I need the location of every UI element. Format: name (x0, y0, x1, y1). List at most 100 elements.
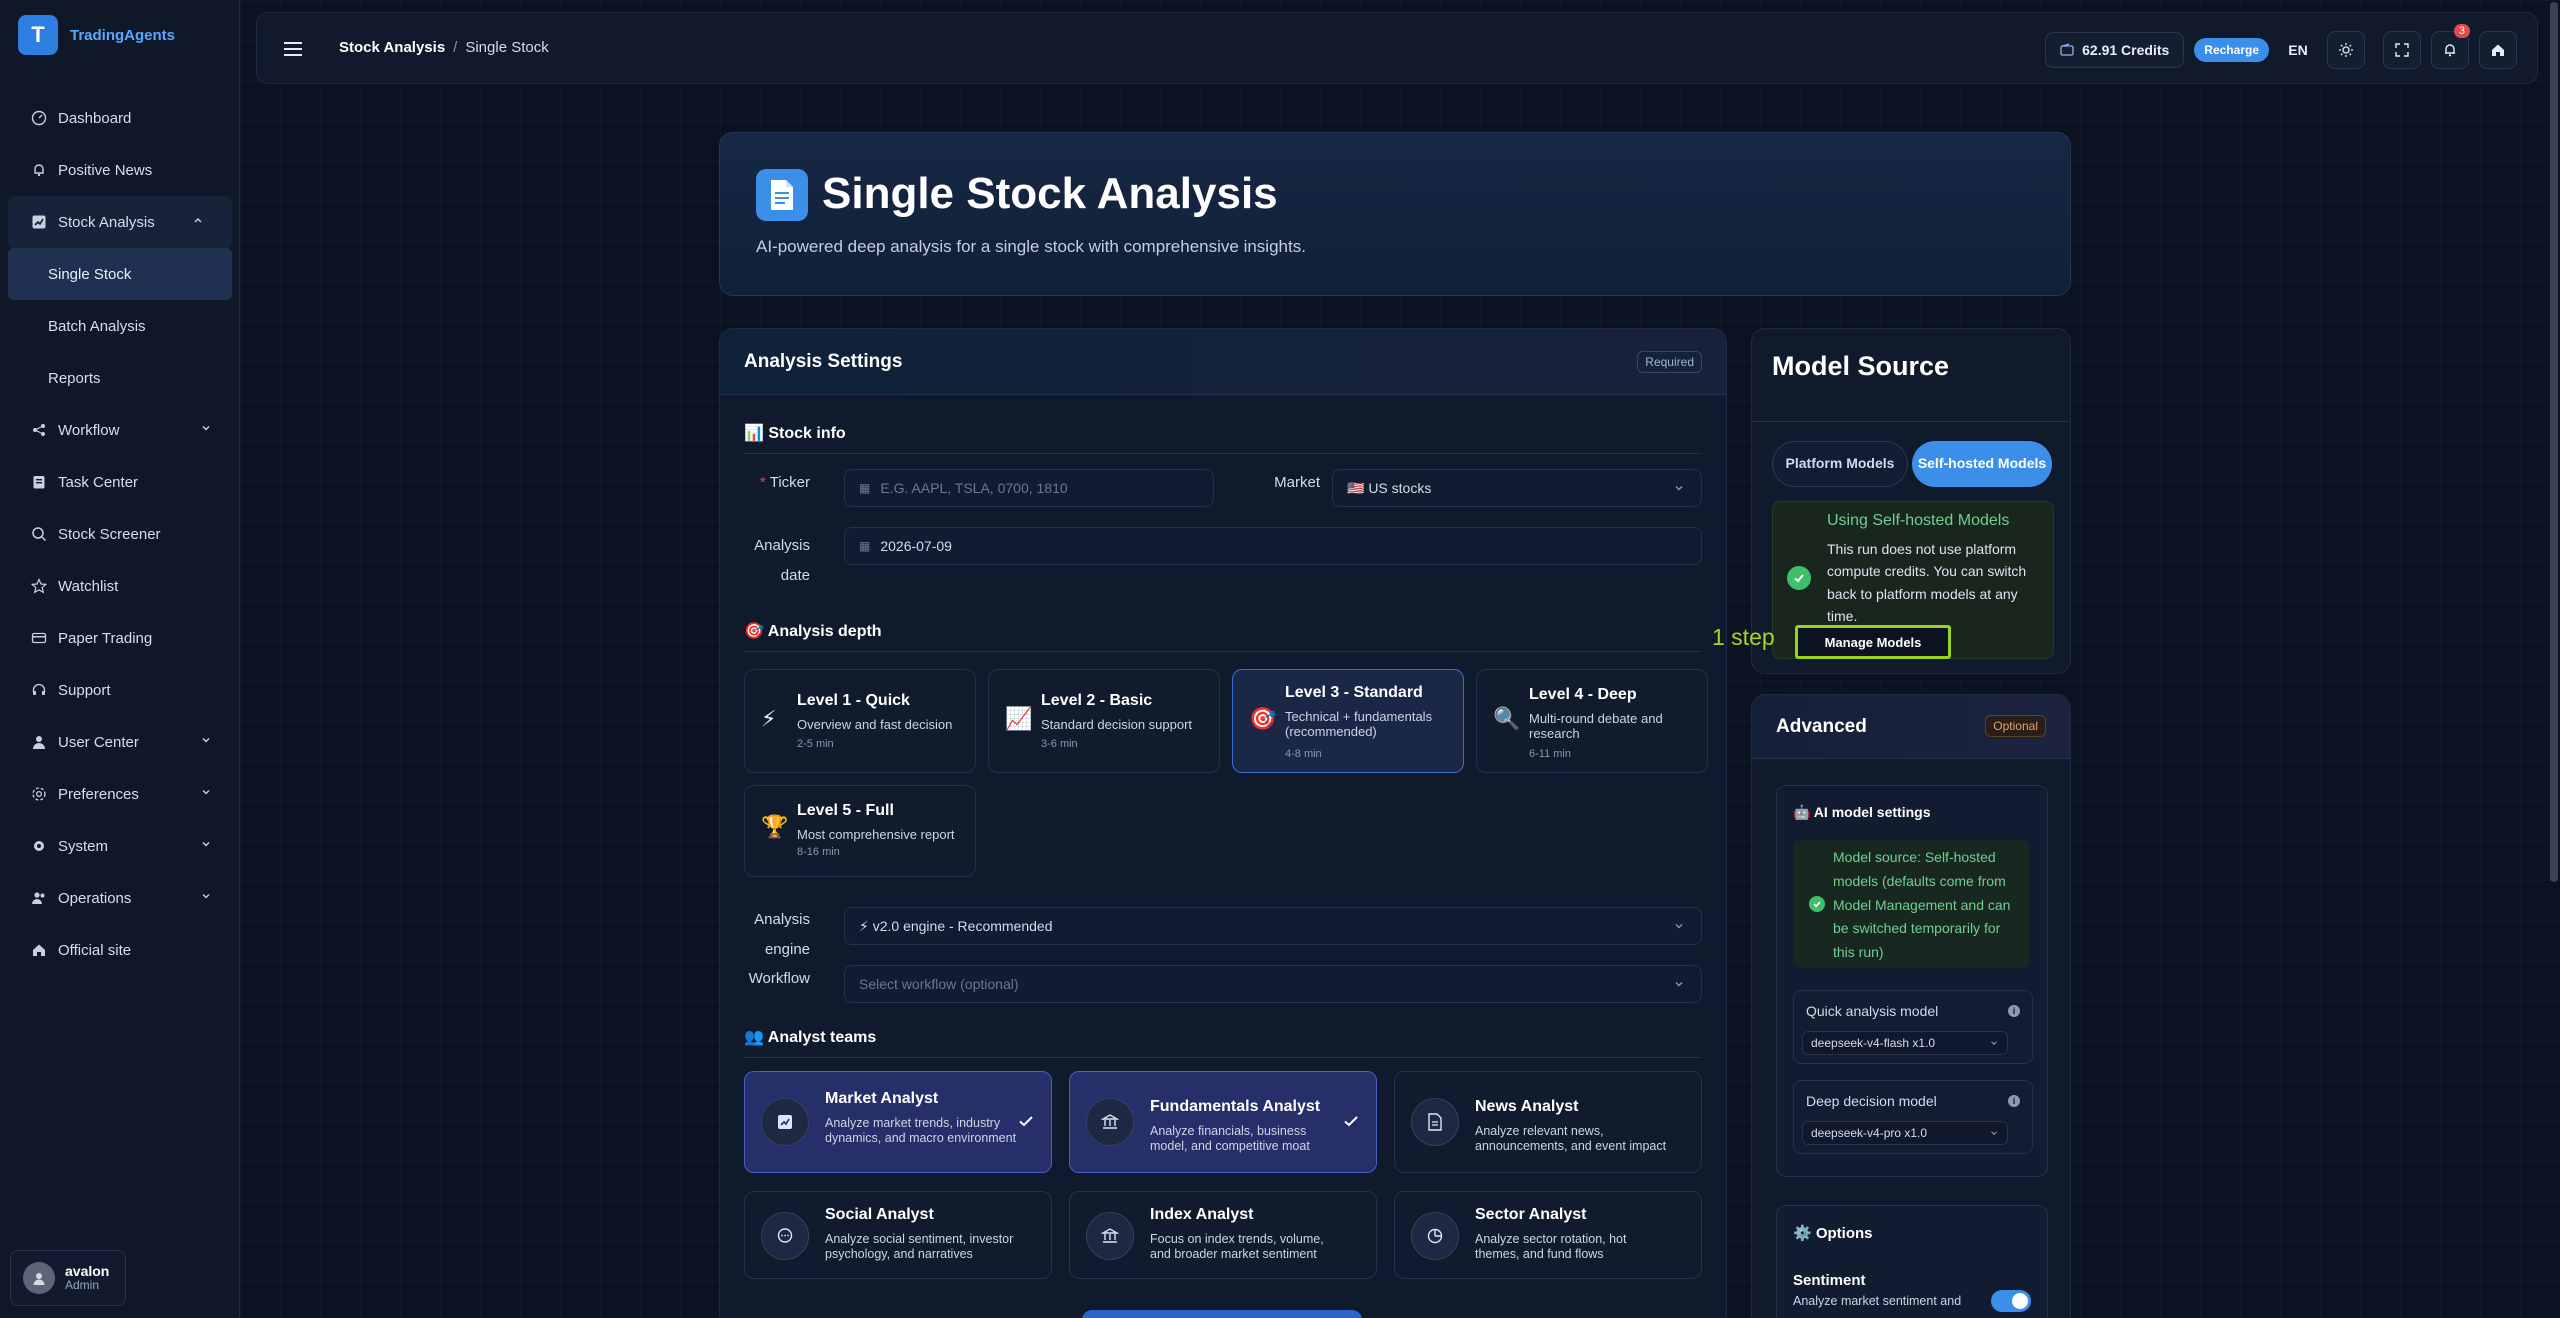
analyst-card-market[interactable]: Market Analyst Analyze market trends, in… (744, 1071, 1052, 1173)
sidebar-item-stock-analysis[interactable]: Stock Analysis (8, 196, 232, 248)
chevron-up-icon (192, 214, 204, 226)
trend-chart-icon: 📈 (1005, 706, 1033, 731)
analysis-date-value: 2026-07-09 (880, 538, 952, 554)
document-icon (756, 169, 808, 221)
fullscreen-button[interactable] (2383, 31, 2421, 69)
credits-value: 62.91 Credits (2082, 42, 2170, 58)
user-name: avalon (65, 1263, 110, 1280)
info-icon[interactable]: i (2008, 1005, 2020, 1017)
analyst-card-fundamentals[interactable]: Fundamentals Analyst Analyze financials,… (1069, 1071, 1377, 1173)
level-card-3[interactable]: 🎯 Level 3 - Standard Technical + fundame… (1232, 669, 1464, 773)
sidebar-item-task-center[interactable]: Task Center (0, 456, 240, 508)
sidebar-item-official-site[interactable]: Official site (0, 924, 240, 976)
brand-logo: T (18, 15, 58, 55)
model-source-panel: Model Source Platform Models Self-hosted… (1751, 328, 2071, 674)
gear-icon (30, 837, 48, 855)
sidebar-item-operations[interactable]: Operations (0, 872, 240, 924)
theme-toggle-button[interactable] (2327, 31, 2365, 69)
sidebar: T TradingAgents Dashboard Positive News … (0, 0, 240, 1318)
advanced-title: Advanced (1776, 715, 1867, 737)
sidebar-item-dashboard[interactable]: Dashboard (0, 92, 240, 144)
ai-model-settings: 🤖 AI model settings Model source: Self-h… (1776, 785, 2048, 1177)
notifications-button[interactable]: 3 (2431, 24, 2470, 69)
user-icon (30, 733, 48, 751)
date-label-line-1: Analysis (754, 537, 810, 554)
analyst-teams-title: 👥 Analyst teams (744, 1029, 877, 1046)
deep-model-select[interactable]: deepseek-v4-pro x1.0 (1802, 1121, 2008, 1145)
level-card-5[interactable]: 🏆 Level 5 - Full Most comprehensive repo… (744, 785, 976, 877)
analyst-name: Fundamentals Analyst (1150, 1098, 1321, 1115)
analyst-card-social[interactable]: Social Analyst Analyze social sentiment,… (744, 1191, 1052, 1279)
sidebar-item-system[interactable]: System (0, 820, 240, 872)
analysis-date-input[interactable]: ▦ 2026-07-09 (844, 527, 1702, 565)
level-description: Most comprehensive report (797, 827, 955, 842)
chevron-down-icon (1989, 1128, 1999, 1138)
sidebar-item-label: Stock Screener (58, 525, 161, 543)
deep-model-value: deepseek-v4-pro x1.0 (1811, 1126, 1928, 1140)
chevron-down-icon (1673, 978, 1685, 990)
quick-model-box: Quick analysis model i deepseek-v4-flash… (1793, 990, 2033, 1064)
workflow-select[interactable]: Select workflow (optional) (844, 965, 1702, 1003)
sidebar-item-preferences[interactable]: Preferences (0, 768, 240, 820)
chevron-down-icon (1673, 920, 1685, 932)
level-description: Multi-round debate and research (1529, 711, 1663, 741)
sidebar-item-label: Workflow (58, 421, 120, 439)
headset-icon (30, 681, 48, 699)
chevron-down-icon (200, 838, 212, 850)
sidebar-item-workflow[interactable]: Workflow (0, 404, 240, 456)
avatar (23, 1262, 55, 1294)
chart-icon (30, 213, 48, 231)
analysis-engine-select[interactable]: ⚡ v2.0 engine - Recommended (844, 907, 1702, 945)
page-subtitle: AI-powered deep analysis for a single st… (756, 237, 1306, 256)
market-label: Market (1274, 474, 1320, 491)
menu-toggle-icon[interactable] (281, 37, 305, 61)
level-card-4[interactable]: 🔍 Level 4 - Deep Multi-round debate and … (1476, 669, 1708, 773)
sidebar-item-user-center[interactable]: User Center (0, 716, 240, 768)
sentiment-toggle[interactable] (1991, 1290, 2031, 1312)
ticker-input[interactable]: ▦ E.G. AAPL, TSLA, 0700, 1810 (844, 469, 1214, 507)
panel-title: Analysis Settings (744, 350, 903, 372)
start-analysis-button[interactable] (1082, 1310, 1362, 1318)
analyst-description: Focus on index trends, volume, and broad… (1150, 1232, 1324, 1261)
trophy-icon: 🏆 (761, 814, 789, 839)
platform-models-tab[interactable]: Platform Models (1772, 441, 1908, 487)
brand[interactable]: T TradingAgents (0, 0, 239, 70)
manage-models-button[interactable]: Manage Models (1795, 625, 1951, 659)
sidebar-item-watchlist[interactable]: Watchlist (0, 560, 240, 612)
recharge-button[interactable]: Recharge (2194, 38, 2269, 62)
sidebar-item-paper-trading[interactable]: Paper Trading (0, 612, 240, 664)
analyst-card-news[interactable]: News Analyst Analyze relevant news, anno… (1394, 1071, 1702, 1173)
breadcrumb-parent[interactable]: Stock Analysis (339, 39, 445, 56)
sidebar-item-support[interactable]: Support (0, 664, 240, 716)
ai-settings-title: 🤖 AI model settings (1793, 804, 1931, 820)
self-hosted-models-tab[interactable]: Self-hosted Models (1912, 441, 2052, 487)
credits-display[interactable]: 62.91 Credits (2045, 32, 2185, 68)
language-button[interactable]: EN (2279, 31, 2317, 69)
analyst-card-sector[interactable]: Sector Analyst Analyze sector rotation, … (1394, 1191, 1702, 1279)
market-select[interactable]: 🇺🇸 US stocks (1332, 469, 1702, 507)
level-card-2[interactable]: 📈 Level 2 - Basic Standard decision supp… (988, 669, 1220, 773)
sidebar-item-label: Positive News (58, 161, 153, 179)
level-card-1[interactable]: ⚡ Level 1 - Quick Overview and fast deci… (744, 669, 976, 773)
sidebar-item-single-stock[interactable]: Single Stock (8, 248, 232, 300)
advanced-panel: Advanced Optional 🤖 AI model settings Mo… (1751, 694, 2071, 1318)
chevron-down-icon (200, 734, 212, 746)
workflow-label: Workflow (748, 970, 810, 987)
sidebar-item-label: Batch Analysis (48, 317, 146, 335)
page-scrollbar[interactable] (2550, 2, 2558, 882)
quick-model-select[interactable]: deepseek-v4-flash x1.0 (1802, 1031, 2008, 1055)
sidebar-item-batch-analysis[interactable]: Batch Analysis (0, 300, 240, 352)
notice-title: Using Self-hosted Models (1827, 512, 2010, 529)
chevron-down-icon (200, 422, 212, 434)
search-icon (30, 525, 48, 543)
user-profile[interactable]: avalon Admin (10, 1250, 126, 1306)
model-source-note: Model source: Self-hosted models (defaul… (1793, 840, 2029, 968)
sidebar-item-positive-news[interactable]: Positive News (0, 144, 240, 196)
info-icon[interactable]: i (2008, 1095, 2020, 1107)
sidebar-item-stock-screener[interactable]: Stock Screener (0, 508, 240, 560)
home-button[interactable] (2479, 31, 2517, 69)
sidebar-item-reports[interactable]: Reports (0, 352, 240, 404)
engine-label-line-2: engine (764, 941, 810, 958)
sentiment-description: Analyze market sentiment and (1793, 1294, 1962, 1308)
analyst-card-index[interactable]: Index Analyst Focus on index trends, vol… (1069, 1191, 1377, 1279)
